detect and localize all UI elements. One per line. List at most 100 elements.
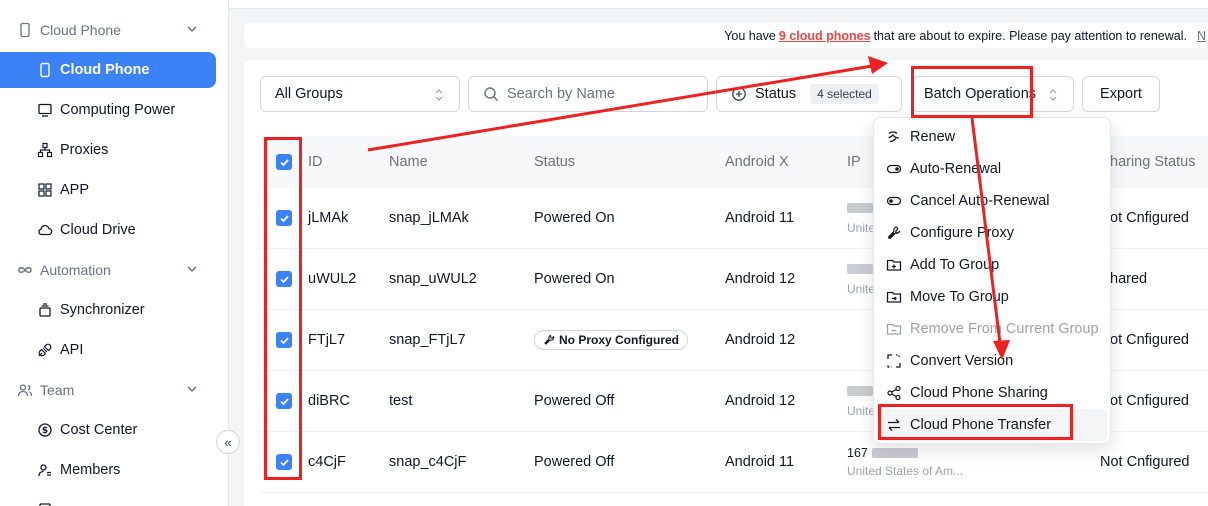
sort-caret-icon (1049, 89, 1057, 101)
nav-group-automation[interactable]: Automation (0, 252, 229, 288)
menu-item-label: Configure Proxy (910, 225, 1014, 241)
menu-item-remove-from-current-group[interactable]: Remove From Current Group (885, 313, 1107, 345)
cell-status: Powered Off (534, 393, 615, 409)
cell-sharing-status: Not Cnfigured (1100, 454, 1190, 470)
top-bar (229, 0, 1208, 9)
export-label: Export (1100, 86, 1142, 102)
sidebar-item-api[interactable]: API (0, 332, 216, 368)
chevron-down-icon[interactable] (185, 262, 199, 276)
plus-circle-icon (732, 87, 746, 101)
chevron-down-icon[interactable] (185, 22, 199, 36)
sidebar: Cloud Phone Cloud Phone Computing Power … (0, 0, 229, 506)
sidebar-item-app[interactable]: APP (0, 172, 216, 208)
expiring-phones-link[interactable]: 9 cloud phones (779, 29, 871, 43)
group-select-value: All Groups (275, 86, 343, 102)
menu-item-label: Move To Group (910, 289, 1009, 305)
menu-item-label: Add To Group (910, 257, 1000, 273)
nav-group-label: Automation (40, 262, 111, 278)
cell-android: Android 12 (725, 332, 796, 348)
share-icon (885, 384, 903, 402)
toggle-on-icon (885, 160, 903, 178)
sidebar-item-computing-power[interactable]: Computing Power (0, 92, 216, 128)
folder-add-icon (885, 256, 903, 274)
network-icon (36, 141, 54, 159)
cell-name: snap_uWUL2 (389, 271, 477, 287)
menu-item-move-to-group[interactable]: Move To Group (885, 281, 1107, 313)
sidebar-item-label: Cost Center (60, 422, 138, 438)
convert-icon (885, 352, 903, 370)
menu-item-convert-version[interactable]: Convert Version (885, 345, 1107, 377)
menu-item-auto-renewal[interactable]: Auto-Renewal (885, 153, 1107, 185)
notice-suffix: that are about to expire. Please pay att… (873, 28, 1187, 43)
menu-item-label: Renew (910, 129, 956, 145)
chevron-down-icon[interactable] (185, 382, 199, 396)
monitor-icon (36, 101, 54, 119)
cell-android: Android 11 (725, 454, 795, 470)
search-placeholder: Search by Name (507, 86, 615, 102)
cell-id: uWUL2 (308, 271, 357, 287)
annotation-transfer-highlight (878, 404, 1073, 440)
cell-id: FTjL7 (308, 332, 346, 348)
cell-ip-location: Unite (847, 404, 876, 418)
infinity-icon (16, 261, 34, 279)
cell-name: snap_FTjL7 (389, 332, 466, 348)
cell-status: Powered On (534, 271, 615, 287)
cell-name: snap_c4CjF (389, 454, 467, 470)
menu-item-configure-proxy[interactable]: Configure Proxy (885, 217, 1107, 249)
column-header-android[interactable]: Android X (725, 154, 789, 170)
search-input[interactable]: Search by Name (468, 76, 708, 112)
cell-id: diBRC (308, 393, 350, 409)
sidebar-item-members[interactable]: Members (0, 452, 216, 488)
menu-item-cancel-auto-renewal[interactable]: Cancel Auto-Renewal (885, 185, 1107, 217)
nav-group-cloud-phone[interactable]: Cloud Phone (0, 12, 229, 48)
sidebar-item-label: Proxies (60, 142, 109, 158)
ip-redacted (847, 264, 873, 274)
expiry-notice: You have 9 cloud phones that are about t… (244, 23, 1208, 48)
group-select[interactable]: All Groups (260, 76, 460, 112)
cell-sharing-status: ot Cnfigured (1110, 210, 1189, 226)
sidebar-item-proxies[interactable]: Proxies (0, 132, 216, 168)
sidebar-item-label: Members (60, 462, 121, 478)
no-proxy-badge: No Proxy Configured (534, 330, 689, 350)
annotation-batch-highlight (911, 66, 1033, 118)
menu-item-renew[interactable]: Renew (885, 121, 1107, 153)
cell-sharing-status: ot Cnfigured (1110, 332, 1189, 348)
cell-name: snap_jLMAk (389, 210, 469, 226)
sidebar-item-cost-center[interactable]: $ Cost Center (0, 412, 216, 448)
notice-prefix: You have (724, 28, 776, 43)
sidebar-item-label: Computing Power (60, 102, 176, 118)
nav-group-label: Team (40, 382, 75, 398)
export-button[interactable]: Export (1082, 76, 1160, 112)
cell-ip-location: Unite (847, 221, 876, 235)
menu-item-label: Auto-Renewal (910, 161, 1002, 177)
folder-remove-icon (885, 320, 903, 338)
phone-icon (36, 61, 54, 79)
status-filter[interactable]: Status 4 selected (716, 76, 902, 112)
column-header-name[interactable]: Name (389, 154, 428, 170)
cell-ip-location: Unite (847, 282, 876, 296)
column-header-status[interactable]: Status (534, 154, 575, 170)
sidebar-item-cloud-phone[interactable]: Cloud Phone (0, 52, 216, 88)
member-icon (36, 461, 54, 479)
dollar-icon: $ (36, 421, 54, 439)
wrench-icon (544, 334, 555, 345)
notice-more-link[interactable]: N (1197, 29, 1206, 43)
cell-android: Android 12 (725, 271, 796, 287)
status-selected-badge: 4 selected (810, 84, 879, 104)
nav-group-team[interactable]: Team (0, 372, 229, 408)
sort-caret-icon (435, 89, 443, 101)
cell-id: c4CjF (308, 454, 346, 470)
svg-text:$: $ (42, 426, 48, 436)
menu-item-label: Remove From Current Group (910, 321, 1099, 337)
column-header-id[interactable]: ID (308, 154, 323, 170)
sidebar-item-label: API (60, 342, 84, 358)
column-header-sharing-status[interactable]: haring Status (1110, 154, 1195, 170)
column-header-ip[interactable]: IP (847, 154, 861, 170)
sidebar-item-label: APP (60, 182, 90, 198)
no-proxy-label: No Proxy Configured (559, 333, 680, 347)
sidebar-item-label: Synchronizer (60, 302, 145, 318)
menu-item-add-to-group[interactable]: Add To Group (885, 249, 1107, 281)
sidebar-item-cloud-drive[interactable]: Cloud Drive (0, 212, 216, 248)
collapse-sidebar-button[interactable]: « (216, 430, 240, 454)
sidebar-item-synchronizer[interactable]: Synchronizer (0, 292, 216, 328)
